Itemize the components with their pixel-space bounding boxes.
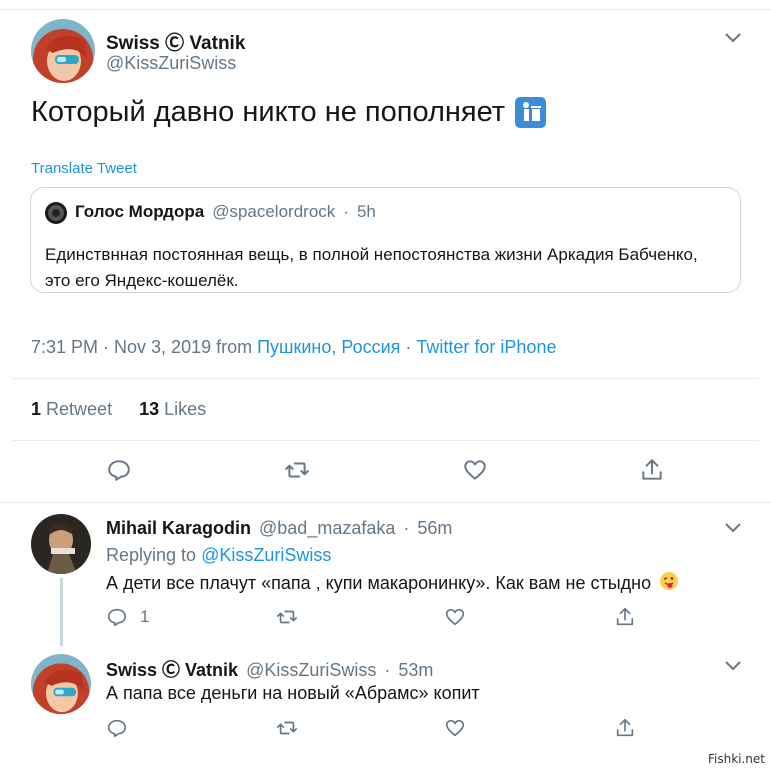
reply-button[interactable] bbox=[106, 717, 128, 739]
reply-icon bbox=[108, 460, 130, 481]
like-button[interactable] bbox=[462, 457, 488, 483]
likes-stat[interactable]: 13 Likes bbox=[139, 399, 206, 419]
retweet-icon bbox=[277, 610, 297, 624]
share-icon bbox=[616, 718, 634, 737]
reply-button[interactable] bbox=[106, 457, 132, 483]
like-icon bbox=[445, 608, 465, 626]
reply-author-name[interactable]: Mihail Karagodin bbox=[106, 518, 251, 539]
reply-author-handle[interactable]: @KissZuriSwiss bbox=[246, 660, 376, 681]
divider bbox=[12, 440, 759, 441]
share-button[interactable] bbox=[639, 457, 665, 483]
avatar[interactable] bbox=[31, 514, 91, 574]
reply-separator: · bbox=[403, 518, 410, 538]
divider bbox=[12, 378, 759, 379]
quoted-tweet[interactable]: Голос Мордора @spacelordrock · 5h Единст… bbox=[30, 187, 741, 293]
top-border bbox=[0, 9, 771, 10]
share-icon bbox=[642, 459, 662, 480]
meta-separator: · bbox=[400, 337, 417, 357]
tweet-text: Который давно никто не пополняет bbox=[31, 96, 506, 128]
chevron-down-icon[interactable] bbox=[723, 659, 743, 673]
winking-tongue-emoji bbox=[659, 571, 679, 596]
chevron-down-icon[interactable] bbox=[723, 521, 743, 535]
retweet-icon bbox=[277, 721, 297, 735]
tweet-location[interactable]: Пушкино, Россия bbox=[257, 337, 400, 357]
watermark: Fishki.net bbox=[707, 752, 765, 766]
reply-text: А папа все деньги на новый «Абрамс» копи… bbox=[106, 683, 480, 703]
translate-tweet-link[interactable]: Translate Tweet bbox=[31, 160, 137, 177]
reply-count: 1 bbox=[140, 607, 150, 626]
tweet-source[interactable]: Twitter for iPhone bbox=[416, 337, 556, 357]
like-icon bbox=[464, 460, 486, 480]
retweets-stat[interactable]: 1 Retweet bbox=[31, 399, 117, 419]
reply-icon bbox=[107, 719, 127, 738]
retweet-button[interactable] bbox=[284, 457, 310, 483]
quoted-separator: · bbox=[343, 202, 349, 221]
retweet-icon bbox=[285, 462, 309, 478]
reply-icon bbox=[107, 608, 127, 627]
replying-to-handle[interactable]: @KissZuriSwiss bbox=[201, 545, 331, 565]
reply-time[interactable]: 56m bbox=[417, 518, 452, 539]
author-name[interactable]: Swiss Ⓒ Vatnik bbox=[106, 28, 245, 55]
tweet-timestamp[interactable]: 7:31 PM · Nov 3, 2019 from bbox=[31, 337, 257, 357]
trash-emoji bbox=[515, 97, 547, 128]
retweet-button[interactable] bbox=[276, 606, 298, 628]
quoted-avatar bbox=[45, 202, 67, 224]
reply-text: А дети все плачут «папа , купи макаронин… bbox=[106, 573, 652, 593]
quoted-text: Единствнная постоянная вещь, в полной не… bbox=[45, 245, 698, 290]
reply-author-handle[interactable]: @bad_mazafaka bbox=[259, 518, 395, 539]
like-icon bbox=[445, 719, 465, 737]
thread-line bbox=[60, 578, 63, 646]
reply-separator: · bbox=[384, 660, 391, 680]
section-border bbox=[0, 502, 771, 503]
retweet-button[interactable] bbox=[276, 717, 298, 739]
quoted-author-handle: @spacelordrock bbox=[212, 202, 336, 221]
avatar[interactable] bbox=[31, 19, 95, 83]
author-handle[interactable]: @KissZuriSwiss bbox=[106, 53, 236, 74]
share-button[interactable] bbox=[614, 717, 636, 739]
reply-author-name[interactable]: Swiss Ⓒ Vatnik bbox=[106, 656, 238, 682]
like-button[interactable] bbox=[444, 717, 466, 739]
quoted-author-name: Голос Мордора bbox=[75, 202, 205, 221]
likes-label: Likes bbox=[164, 399, 207, 419]
reply-button[interactable]: 1 bbox=[106, 606, 149, 628]
replying-to-label: Replying to bbox=[106, 545, 202, 565]
like-button[interactable] bbox=[444, 606, 466, 628]
share-icon bbox=[616, 607, 634, 626]
reply-time[interactable]: 53m bbox=[398, 660, 433, 681]
likes-count: 13 bbox=[139, 399, 160, 419]
share-button[interactable] bbox=[614, 606, 636, 628]
quoted-time: 5h bbox=[356, 202, 376, 221]
retweets-label: Retweet bbox=[46, 399, 113, 419]
avatar[interactable] bbox=[31, 654, 91, 714]
retweets-count: 1 bbox=[31, 399, 42, 419]
chevron-down-icon[interactable] bbox=[723, 31, 743, 45]
